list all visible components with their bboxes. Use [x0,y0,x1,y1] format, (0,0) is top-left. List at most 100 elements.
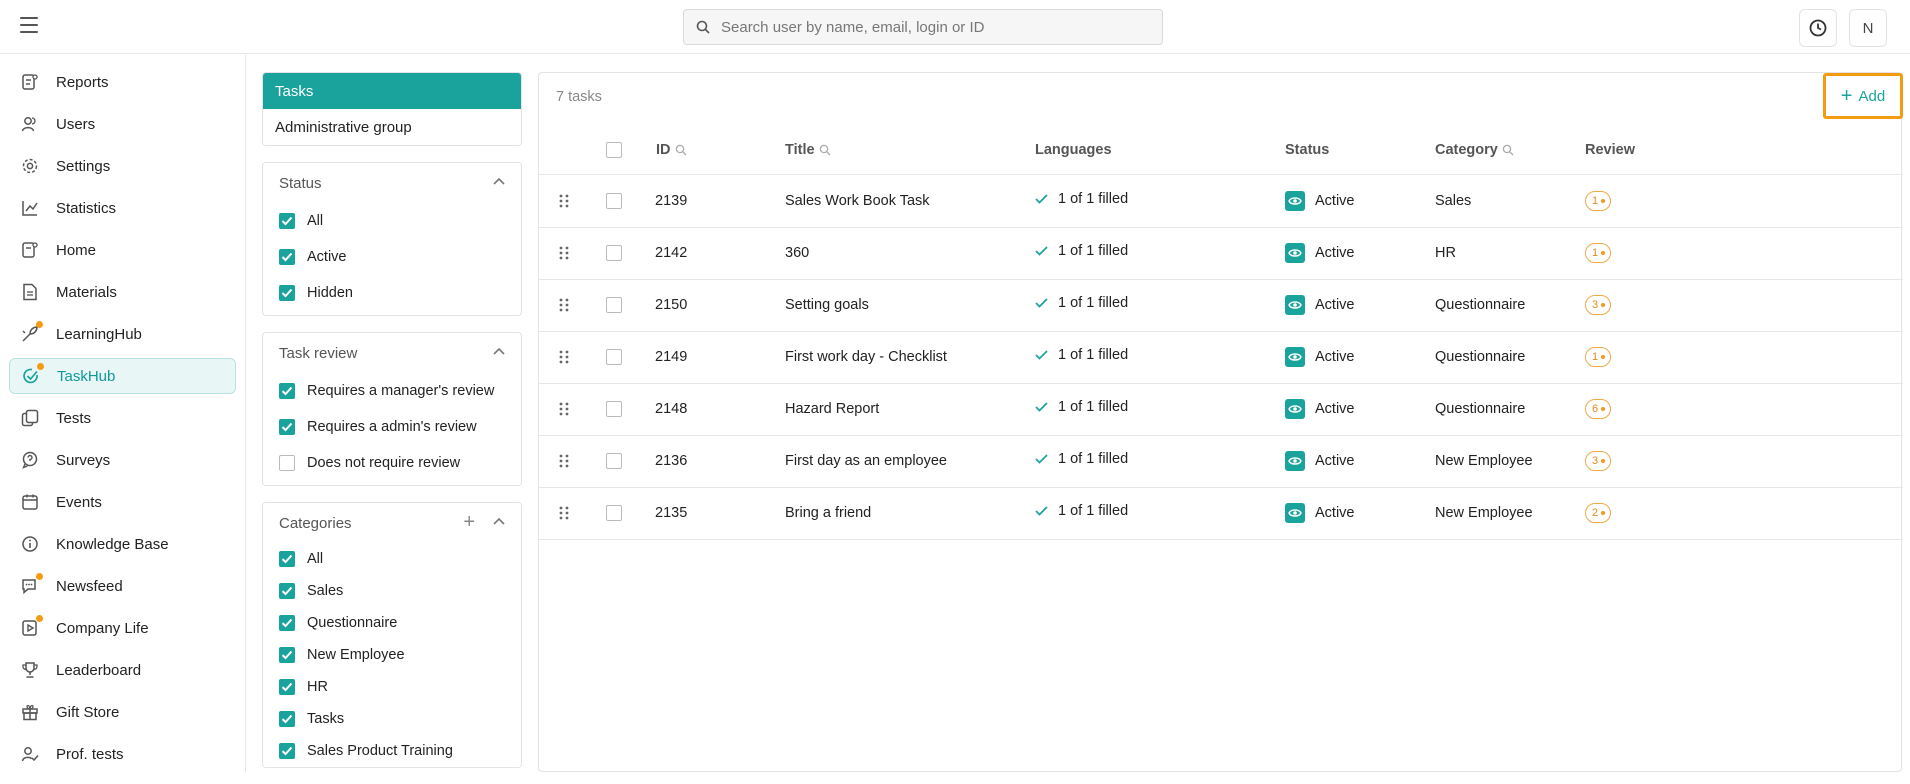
sidebar-item-company-life[interactable]: Company Life [9,610,236,646]
sidebar-item-learninghub[interactable]: LearningHub [9,316,236,352]
review-badge[interactable]: 3 [1585,451,1612,471]
checkbox[interactable] [279,679,295,695]
column-header-id[interactable]: ID [656,142,687,158]
drag-handle-icon[interactable] [559,454,569,468]
status-option[interactable]: Hidden [263,275,521,311]
table-row[interactable]: 2150 Setting goals 1 of 1 filled Active … [539,280,1903,332]
review-badge[interactable]: 1 [1585,347,1612,367]
categories-option[interactable]: Tasks [263,703,521,735]
review-option[interactable]: Does not require review [263,445,521,481]
checkbox[interactable] [279,285,295,301]
task-title[interactable]: Sales Work Book Task [785,193,930,209]
row-checkbox[interactable] [606,193,622,209]
row-checkbox[interactable] [606,505,622,521]
categories-option[interactable]: Sales [263,575,521,607]
checkbox[interactable] [279,419,295,435]
checkbox[interactable] [279,249,295,265]
eye-icon[interactable] [1285,191,1305,211]
task-title[interactable]: Setting goals [785,297,869,313]
categories-option[interactable]: HR [263,671,521,703]
review-badge[interactable]: 6 [1585,399,1612,419]
select-all-checkbox[interactable] [606,142,622,158]
search-icon[interactable] [675,144,687,156]
chevron-up-icon[interactable] [493,517,505,525]
column-header-category[interactable]: Category [1435,142,1514,158]
sidebar-item-reports[interactable]: Reports [9,64,236,100]
row-checkbox[interactable] [606,401,622,417]
task-title[interactable]: First day as an employee [785,453,947,469]
chevron-up-icon[interactable] [493,177,505,185]
review-badge[interactable]: 3 [1585,295,1612,315]
review-badge[interactable]: 1 [1585,243,1612,263]
categories-option[interactable]: Questionnaire [263,607,521,639]
checkbox[interactable] [279,711,295,727]
review-option[interactable]: Requires a manager's review [263,373,521,409]
search-input[interactable] [721,18,1141,36]
eye-icon[interactable] [1285,295,1305,315]
sidebar-item-surveys[interactable]: Surveys [9,442,236,478]
review-badge[interactable]: 1 [1585,191,1612,211]
sidebar-item-users[interactable]: Users [9,106,236,142]
table-row[interactable]: 2142 360 1 of 1 filled Active HR 1 [539,228,1903,280]
eye-icon[interactable] [1285,451,1305,471]
table-row[interactable]: 2149 First work day - Checklist 1 of 1 f… [539,332,1903,384]
review-filter-header[interactable]: Task review [263,333,521,373]
sidebar-item-knowledge-base[interactable]: Knowledge Base [9,526,236,562]
search-box[interactable] [683,9,1163,45]
eye-icon[interactable] [1285,243,1305,263]
sidebar-item-settings[interactable]: Settings [9,148,236,184]
sidebar-item-gift-store[interactable]: Gift Store [9,694,236,730]
task-title[interactable]: First work day - Checklist [785,349,947,365]
row-checkbox[interactable] [606,349,622,365]
sidebar-item-materials[interactable]: Materials [9,274,236,310]
table-row[interactable]: 2136 First day as an employee 1 of 1 fil… [539,436,1903,488]
drag-handle-icon[interactable] [559,402,569,416]
search-icon[interactable] [1502,144,1514,156]
row-checkbox[interactable] [606,245,622,261]
group-item-tasks[interactable]: Tasks [263,73,521,109]
sidebar-item-statistics[interactable]: Statistics [9,190,236,226]
task-title[interactable]: Bring a friend [785,505,871,521]
sidebar-item-tests[interactable]: Tests [9,400,236,436]
menu-icon[interactable] [20,17,38,37]
checkbox[interactable] [279,743,295,759]
status-option[interactable]: Active [263,239,521,275]
add-task-button[interactable]: + Add [1823,73,1903,119]
categories-filter-header[interactable]: Categories + [263,503,521,543]
categories-option[interactable]: New Employee [263,639,521,671]
sidebar-item-prof-tests[interactable]: Prof. tests [9,736,236,772]
history-button[interactable] [1799,9,1837,47]
search-icon[interactable] [819,144,831,156]
sidebar-item-taskhub[interactable]: TaskHub [9,358,236,394]
eye-icon[interactable] [1285,399,1305,419]
drag-handle-icon[interactable] [559,194,569,208]
sidebar-item-newsfeed[interactable]: Newsfeed [9,568,236,604]
drag-handle-icon[interactable] [559,506,569,520]
table-row[interactable]: 2148 Hazard Report 1 of 1 filled Active … [539,384,1903,436]
group-item-administrative[interactable]: Administrative group [263,109,521,145]
drag-handle-icon[interactable] [559,298,569,312]
table-row[interactable]: 2135 Bring a friend 1 of 1 filled Active… [539,488,1903,540]
task-title[interactable]: Hazard Report [785,401,879,417]
review-badge[interactable]: 2 [1585,503,1612,523]
checkbox[interactable] [279,213,295,229]
task-title[interactable]: 360 [785,245,809,261]
checkbox[interactable] [279,455,295,471]
status-filter-header[interactable]: Status [263,163,521,203]
column-header-title[interactable]: Title [785,142,831,158]
checkbox[interactable] [279,583,295,599]
checkbox[interactable] [279,383,295,399]
sidebar-item-home[interactable]: Home [9,232,236,268]
status-option[interactable]: All [263,203,521,239]
row-checkbox[interactable] [606,453,622,469]
drag-handle-icon[interactable] [559,246,569,260]
avatar[interactable]: N [1849,9,1887,47]
review-option[interactable]: Requires a admin's review [263,409,521,445]
categories-option[interactable]: Sales Product Training [263,735,521,767]
categories-option[interactable]: All [263,543,521,575]
table-row[interactable]: 2139 Sales Work Book Task 1 of 1 filled … [539,176,1903,228]
sidebar-item-leaderboard[interactable]: Leaderboard [9,652,236,688]
checkbox[interactable] [279,615,295,631]
eye-icon[interactable] [1285,503,1305,523]
sidebar-item-events[interactable]: Events [9,484,236,520]
